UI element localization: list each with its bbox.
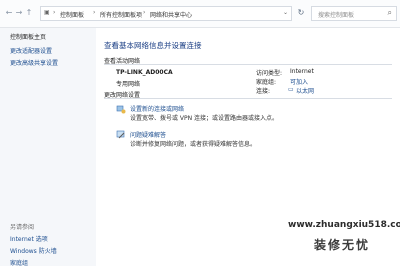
search-placeholder: 搜索控制面板 <box>318 12 355 19</box>
control-panel-icon: ▣ <box>44 9 50 16</box>
homegroup-link[interactable]: 可加入 <box>290 77 308 86</box>
troubleshoot-desc: 诊断并修复网络问题，或者获得疑难解答信息。 <box>130 141 257 148</box>
page-title: 查看基本网络信息并设置连接 <box>104 41 202 50</box>
access-type-label: 访问类型: <box>256 70 283 77</box>
network-name: TP-LINK_AD00CA <box>116 69 173 76</box>
access-type-value: Internet <box>290 68 314 75</box>
new-connection-icon <box>116 105 126 114</box>
homegroup-label: 家庭组: <box>256 79 277 86</box>
see-also-heading: 另请参阅 <box>10 224 35 231</box>
main-content: 查看基本网络信息并设置连接 查看活动网络 TP-LINK_AD00CA 专用网络… <box>96 28 400 266</box>
new-connection-link[interactable]: 设置新的连接或网络 <box>130 104 184 113</box>
troubleshoot-icon <box>116 130 125 139</box>
address-bar: ← → ↑ ▣ › 控制面板 › 所有控制面板项 › 网络和共享中心 ⌄ ↻ 搜… <box>0 0 400 28</box>
divider <box>104 64 392 65</box>
breadcrumb-separator: › <box>143 9 146 16</box>
ethernet-link[interactable]: 以太网 <box>296 86 314 95</box>
breadcrumb[interactable]: ▣ › 控制面板 › 所有控制面板项 › 网络和共享中心 ⌄ <box>40 6 292 21</box>
sidebar-item-adapter-settings[interactable]: 更改适配器设置 <box>10 46 52 55</box>
divider <box>104 98 392 99</box>
sidebar: 控制面板主页 更改适配器设置 更改高级共享设置 另请参阅 Internet 选项… <box>0 28 96 266</box>
breadcrumb-separator: › <box>93 9 96 16</box>
forward-arrow-icon[interactable]: → <box>14 8 24 18</box>
refresh-icon[interactable]: ↻ <box>296 8 306 18</box>
sidebar-item-windows-firewall[interactable]: Windows 防火墙 <box>10 246 57 255</box>
breadcrumb-item[interactable]: 网络和共享中心 <box>150 10 192 19</box>
sidebar-item-homegroup[interactable]: 家庭组 <box>10 258 28 266</box>
up-arrow-icon[interactable]: ↑ <box>24 8 34 18</box>
back-arrow-icon[interactable]: ← <box>4 8 14 18</box>
sidebar-item-advanced-sharing[interactable]: 更改高级共享设置 <box>10 58 58 67</box>
breadcrumb-item[interactable]: 所有控制面板项 <box>100 10 142 19</box>
breadcrumb-item[interactable]: 控制面板 <box>60 10 84 19</box>
ethernet-icon: ▭ <box>288 86 294 93</box>
sidebar-item-internet-options[interactable]: Internet 选项 <box>10 234 48 243</box>
network-type[interactable]: 专用网络 <box>116 79 140 88</box>
search-input[interactable]: 搜索控制面板 ⌕ <box>311 6 397 21</box>
watermark-text: 装修无忧 <box>314 238 371 252</box>
sidebar-item-control-panel-home[interactable]: 控制面板主页 <box>10 32 46 41</box>
new-connection-desc: 设置宽带、拨号或 VPN 连接；或设置路由器或接入点。 <box>130 115 279 122</box>
watermark-url: www.zhuangxiu518.com <box>288 220 400 230</box>
troubleshoot-link[interactable]: 问题疑难解答 <box>130 130 166 139</box>
breadcrumb-separator: › <box>53 9 56 16</box>
search-icon[interactable]: ⌕ <box>388 8 392 18</box>
dropdown-chevron-icon[interactable]: ⌄ <box>283 9 288 16</box>
connections-label: 连接: <box>256 88 271 95</box>
